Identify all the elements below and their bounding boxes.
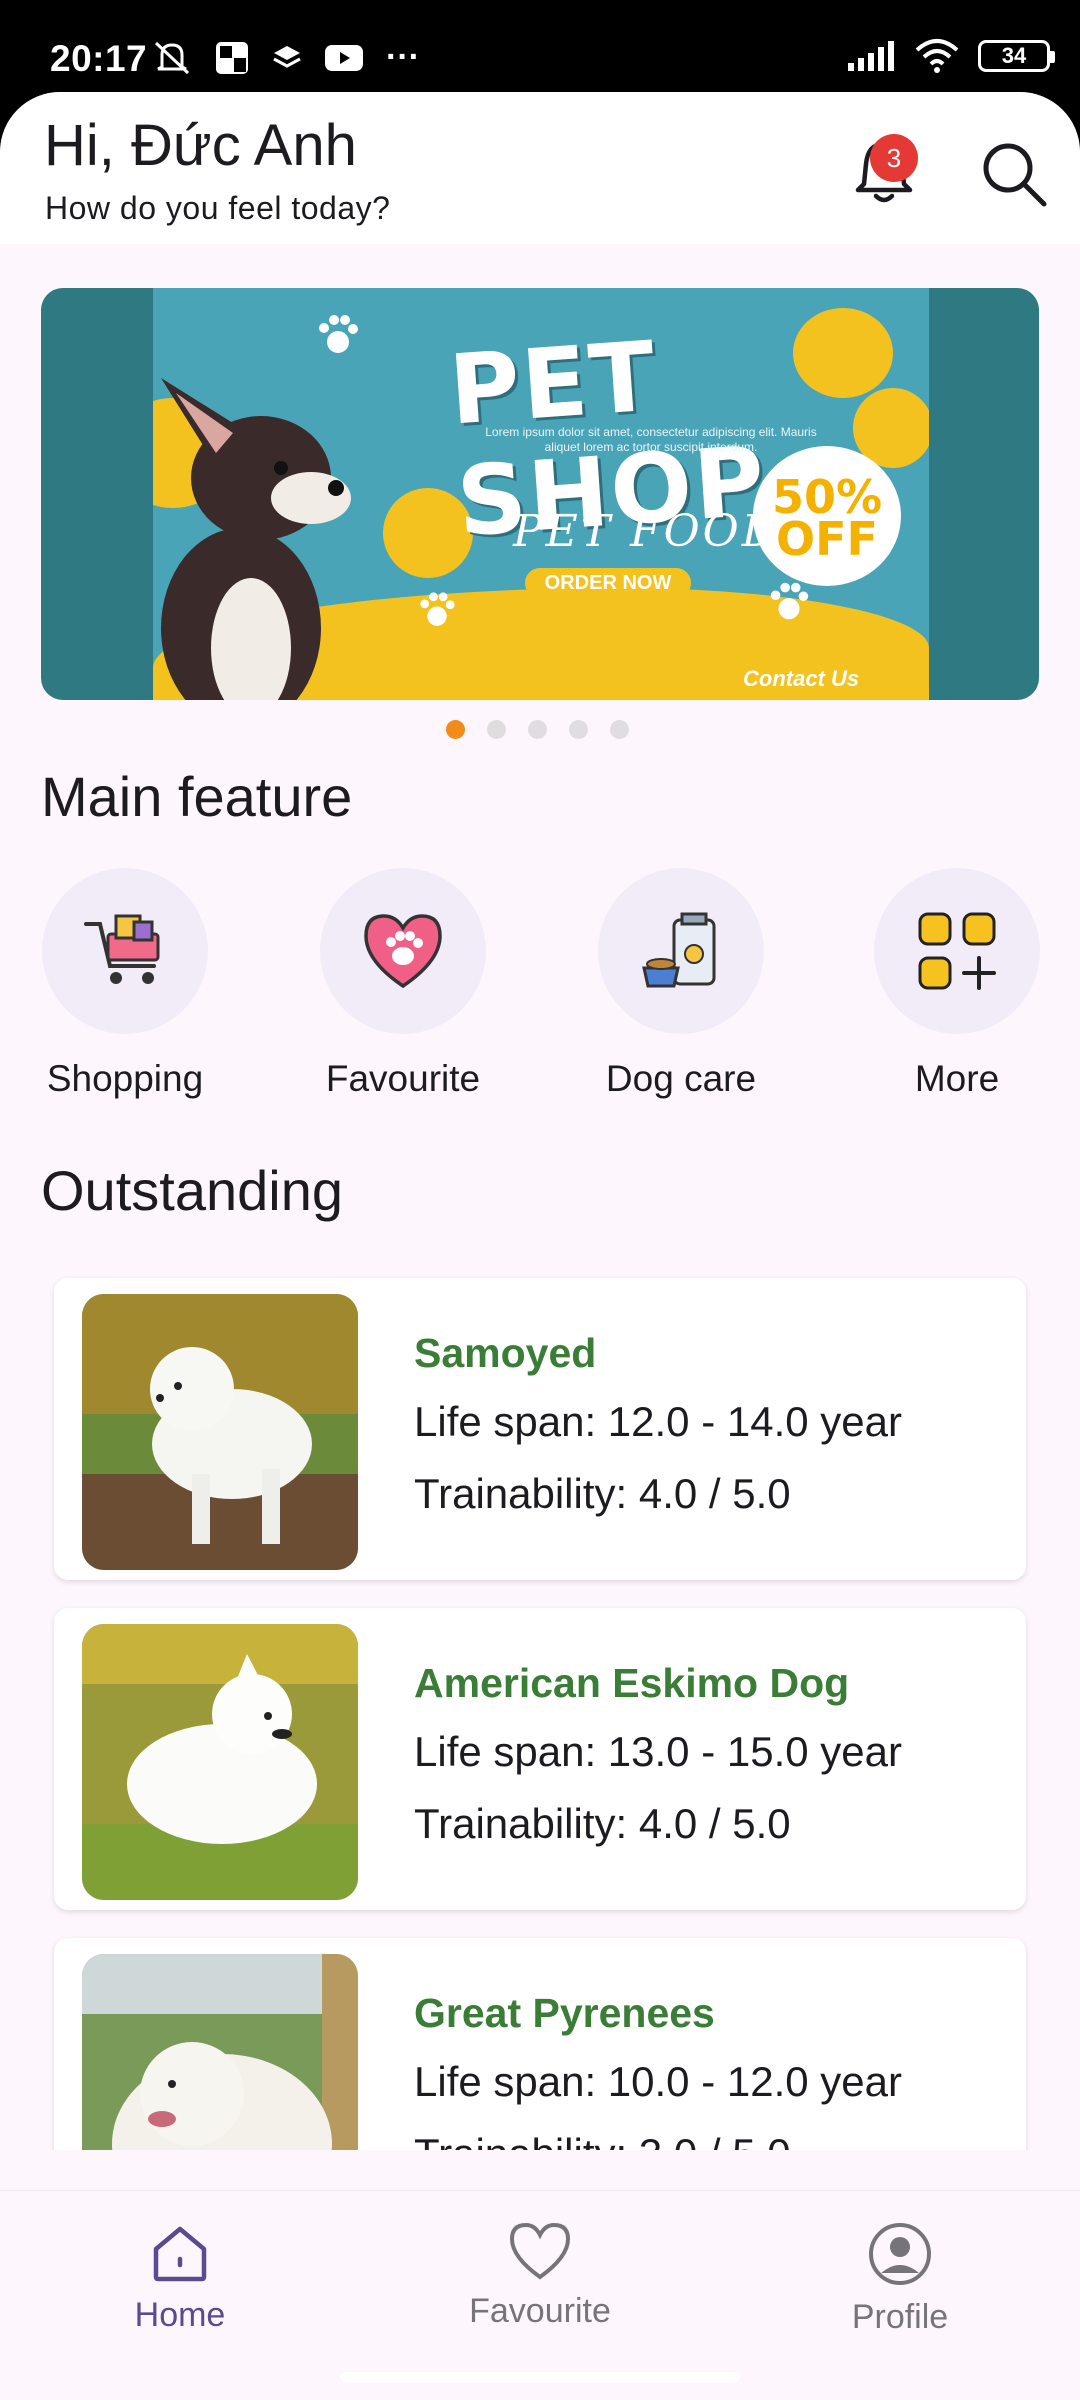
breed-life-span: Life span: 13.0 - 15.0 year bbox=[414, 1728, 902, 1775]
nav-profile[interactable]: Profile bbox=[800, 2221, 1000, 2337]
home-indicator[interactable] bbox=[340, 2372, 740, 2382]
app-header: Hi, Đức Anh How do you feel today? 3 bbox=[0, 92, 1080, 244]
status-bar: 20:17 ··· 34 bbox=[0, 0, 1080, 94]
feature-icon-circle bbox=[42, 868, 208, 1034]
banner-lorem: Lorem ipsum dolor sit amet, consectetur … bbox=[485, 425, 817, 454]
great-pyrenees-image bbox=[82, 1954, 358, 2150]
breed-photo bbox=[82, 1294, 358, 1570]
carousel-dot[interactable] bbox=[487, 720, 506, 739]
banner-food-text: PET FOOD bbox=[513, 506, 781, 557]
greeting-subtitle: How do you feel today? bbox=[45, 190, 391, 226]
bottom-navigation: Home Favourite Profile bbox=[0, 2190, 1080, 2400]
feature-favourite[interactable]: Favourite bbox=[318, 868, 488, 1100]
feature-label: Favourite bbox=[325, 1058, 481, 1099]
feature-icon-circle bbox=[598, 868, 764, 1034]
samoyed-image bbox=[82, 1294, 358, 1570]
promo-banner[interactable]: PET SHOP Lorem ipsum dolor sit amet, con… bbox=[41, 288, 1039, 700]
breed-trainability: Trainability: 3.0 / 5.0 bbox=[414, 2130, 791, 2150]
paw-print-icon bbox=[770, 582, 809, 620]
feature-label: Shopping bbox=[46, 1058, 204, 1099]
feature-icon-circle bbox=[874, 868, 1040, 1034]
breed-card[interactable]: American Eskimo Dog Life span: 13.0 - 15… bbox=[54, 1608, 1026, 1910]
carousel-dot[interactable] bbox=[528, 720, 547, 739]
signal-icon bbox=[848, 41, 894, 71]
main-feature-title: Main feature bbox=[41, 765, 353, 828]
carousel-dot[interactable] bbox=[569, 720, 588, 739]
status-time: 20:17 bbox=[50, 38, 148, 79]
breed-card[interactable]: Samoyed Life span: 12.0 - 14.0 year Trai… bbox=[54, 1278, 1026, 1580]
battery-icon: 34 bbox=[978, 40, 1055, 72]
search-icon[interactable] bbox=[980, 140, 1048, 208]
breed-life-span: Life span: 10.0 - 12.0 year bbox=[414, 2058, 902, 2105]
breed-trainability: Trainability: 4.0 / 5.0 bbox=[414, 1470, 791, 1517]
heart-paw-icon bbox=[364, 914, 442, 989]
home-icon bbox=[153, 2226, 207, 2282]
scroll-content[interactable]: Hi, Đức Anh How do you feel today? 3 PET… bbox=[0, 92, 1080, 2150]
profile-icon bbox=[869, 2223, 931, 2285]
status-notification-icons: ··· bbox=[152, 38, 420, 77]
more-notifications-icon: ··· bbox=[386, 38, 420, 76]
carousel-dot[interactable] bbox=[446, 720, 465, 739]
breed-name: Great Pyrenees bbox=[414, 1990, 715, 2036]
breed-trainability: Trainability: 4.0 / 5.0 bbox=[414, 1800, 791, 1847]
shopping-cart-icon bbox=[84, 914, 160, 984]
wifi-icon bbox=[915, 39, 959, 73]
contact-us-text: Contact Us bbox=[743, 666, 860, 691]
breed-life-span: Life span: 12.0 - 14.0 year bbox=[414, 1398, 902, 1445]
breed-name: American Eskimo Dog bbox=[414, 1660, 850, 1706]
paw-print-icon bbox=[420, 592, 455, 626]
american-eskimo-image bbox=[82, 1624, 358, 1900]
nav-favourite[interactable]: Favourite bbox=[440, 2221, 640, 2331]
feature-label: Dog care bbox=[605, 1058, 757, 1099]
phone-screen: 20:17 ··· 34 Hi, Đức Anh How do you feel… bbox=[0, 0, 1080, 2400]
sale-badge: 50% OFF bbox=[753, 446, 901, 586]
nav-label: Home bbox=[134, 2296, 226, 2334]
feature-icon-circle bbox=[320, 868, 486, 1034]
feature-more[interactable]: More bbox=[872, 868, 1042, 1100]
feature-label: More bbox=[914, 1058, 1000, 1099]
facebook-app-icon bbox=[216, 41, 248, 74]
carousel-indicator bbox=[446, 720, 629, 739]
notification-badge: 3 bbox=[870, 134, 918, 182]
outstanding-title: Outstanding bbox=[41, 1159, 343, 1222]
nav-home[interactable]: Home bbox=[80, 2221, 280, 2335]
greeting-title: Hi, Đức Anh bbox=[44, 113, 357, 178]
app-body: Hi, Đức Anh How do you feel today? 3 PET… bbox=[0, 92, 1080, 2400]
nav-label: Profile bbox=[851, 2298, 949, 2336]
breed-photo bbox=[82, 1954, 358, 2150]
youtube-icon bbox=[325, 44, 363, 71]
heart-icon bbox=[509, 2222, 571, 2280]
battery-level: 34 bbox=[1001, 43, 1027, 68]
grid-plus-icon bbox=[918, 912, 996, 990]
breed-card[interactable]: Great Pyrenees Life span: 10.0 - 12.0 ye… bbox=[54, 1938, 1026, 2150]
mute-icon bbox=[154, 41, 190, 74]
feature-dog-care[interactable]: Dog care bbox=[596, 868, 766, 1100]
breed-name: Samoyed bbox=[414, 1330, 597, 1376]
carousel-dot[interactable] bbox=[610, 720, 629, 739]
breed-photo bbox=[82, 1624, 358, 1900]
status-system-icons: 34 bbox=[846, 38, 1055, 74]
layers-icon bbox=[273, 45, 301, 68]
feature-shopping[interactable]: Shopping bbox=[40, 868, 210, 1100]
dog-food-icon bbox=[642, 912, 716, 988]
nav-label: Favourite bbox=[469, 2292, 611, 2330]
chihuahua-illustration bbox=[161, 378, 351, 700]
order-now-button[interactable]: ORDER NOW bbox=[525, 568, 691, 598]
